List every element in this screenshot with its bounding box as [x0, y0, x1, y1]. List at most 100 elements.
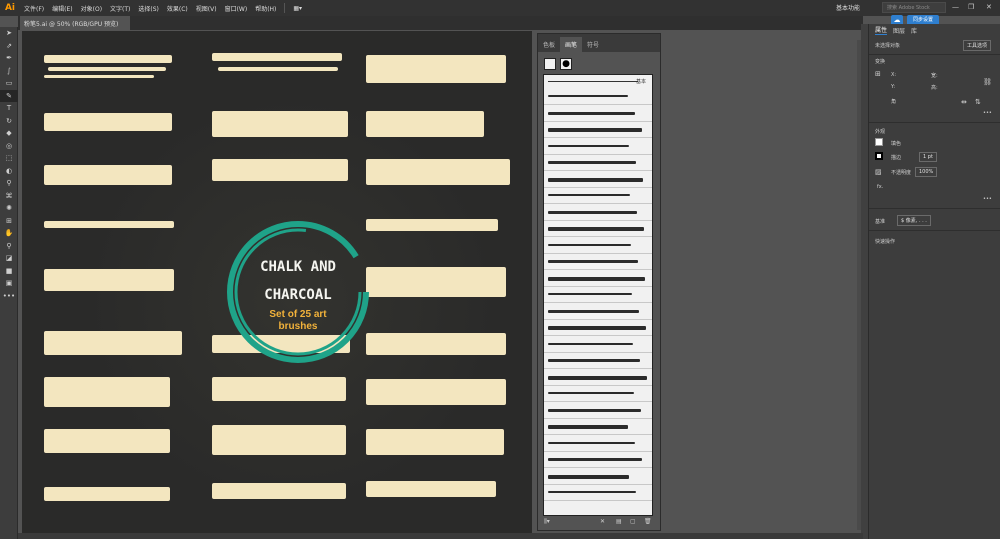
reference-point-icon[interactable]: ⊞	[875, 70, 881, 78]
brush-row[interactable]	[548, 95, 628, 97]
brush-library-icon[interactable]: ⫼▾	[544, 518, 550, 526]
tool-options-button[interactable]: 工具选项	[963, 40, 992, 51]
opacity-input[interactable]: 100%	[915, 167, 938, 177]
brush-row[interactable]	[548, 177, 643, 182]
menu-effect[interactable]: 效果(C)	[163, 4, 192, 13]
curvature-tool-icon[interactable]: ∫	[0, 65, 18, 78]
brush-row[interactable]	[548, 474, 629, 479]
fill-swatch[interactable]	[875, 138, 883, 146]
zoom-tool-icon[interactable]: ⚲	[0, 240, 18, 253]
tab-symbols[interactable]: 符号	[582, 37, 604, 52]
brush-row[interactable]	[548, 342, 633, 345]
delete-icon[interactable]: 🗑	[644, 518, 652, 525]
symbol-sprayer-tool-icon[interactable]: ✺	[0, 202, 18, 215]
stock-search-input[interactable]: 搜索 Adobe Stock	[882, 2, 946, 13]
menu-edit[interactable]: 编辑(E)	[48, 4, 76, 13]
direct-selection-tool-icon[interactable]: ⇗	[0, 40, 18, 53]
menu-select[interactable]: 选择(S)	[134, 4, 163, 13]
menu-object[interactable]: 对象(O)	[77, 4, 106, 13]
artboard-tool-icon[interactable]: ⊞	[0, 215, 18, 228]
stroke-weight-input[interactable]: 1 pt	[919, 152, 937, 162]
more-transform-button[interactable]: •••	[983, 110, 992, 116]
brush-row-divider	[544, 401, 652, 402]
brush-row[interactable]	[548, 293, 632, 295]
free-transform-tool-icon[interactable]: ⬚	[0, 152, 18, 165]
menu-view[interactable]: 视图(V)	[192, 4, 221, 13]
calligraphic-brush-icon[interactable]: ●	[560, 58, 572, 70]
tab-layers[interactable]: 图层	[893, 26, 905, 35]
brush-row[interactable]	[548, 309, 639, 313]
more-appearance-button[interactable]: •••	[983, 196, 992, 202]
minimize-button[interactable]: —	[952, 3, 959, 11]
fx-button[interactable]: fx.	[877, 184, 883, 190]
brush-row[interactable]	[548, 161, 636, 164]
appearance-label: 外观	[875, 129, 886, 135]
blend-tool-icon[interactable]: ⌘	[0, 190, 18, 203]
tab-swatches[interactable]: 色板	[538, 37, 560, 52]
workspace-switcher[interactable]: 基本功能	[836, 3, 860, 12]
pen-tool-icon[interactable]: ✒	[0, 52, 18, 65]
menu-file[interactable]: 文件(F)	[20, 4, 48, 13]
options-icon[interactable]: ▤	[616, 518, 622, 525]
new-brush-icon[interactable]: ▢	[630, 518, 636, 525]
brush-row[interactable]	[548, 243, 631, 246]
no-brush-swatch[interactable]	[544, 58, 556, 70]
rotate-tool-icon[interactable]: ↻	[0, 115, 18, 128]
brush-row[interactable]	[548, 227, 644, 231]
color-mode-icon[interactable]: ■	[0, 265, 18, 278]
chalk-stroke	[212, 111, 348, 137]
brush-row[interactable]	[548, 491, 636, 493]
basic-brush-row[interactable]	[548, 81, 638, 82]
h-label: 高:	[931, 85, 938, 91]
screen-mode-icon[interactable]: ▣	[0, 277, 18, 290]
units-dropdown[interactable]: $ 像素, . . .	[897, 215, 931, 226]
flip-vertical-icon[interactable]: ⇅	[975, 98, 981, 106]
flip-horizontal-icon[interactable]: ⇹	[961, 98, 967, 106]
chalk-stroke	[212, 425, 346, 455]
type-tool-icon[interactable]: T	[0, 102, 18, 115]
chalk-stroke	[44, 221, 174, 228]
brush-row[interactable]	[548, 425, 628, 429]
brush-list[interactable]: 基本	[543, 74, 653, 516]
brush-row[interactable]	[548, 458, 642, 461]
brush-row[interactable]	[548, 375, 647, 380]
stroke-swatch[interactable]	[875, 152, 883, 160]
remove-stroke-icon[interactable]: ✕	[600, 518, 605, 525]
brush-row-divider	[544, 269, 652, 270]
brush-row[interactable]	[548, 128, 642, 132]
brush-row[interactable]	[548, 408, 641, 412]
restore-button[interactable]: ❐	[968, 3, 974, 11]
chalk-stroke	[366, 267, 506, 297]
menu-help[interactable]: 帮助(H)	[251, 4, 280, 13]
brush-row[interactable]	[548, 392, 634, 394]
menu-window[interactable]: 窗口(W)	[221, 4, 252, 13]
paintbrush-tool-icon[interactable]: ✎	[0, 89, 18, 102]
close-button[interactable]: ✕	[986, 3, 992, 11]
rectangle-tool-icon[interactable]: ▭	[0, 77, 18, 90]
arrange-documents-icon[interactable]: ▦▾	[289, 5, 306, 12]
selection-tool-icon[interactable]: ➤	[0, 27, 18, 40]
shape-builder-tool-icon[interactable]: ◐	[0, 165, 18, 178]
brush-row[interactable]	[548, 441, 635, 444]
brush-row[interactable]	[548, 276, 645, 281]
brush-row[interactable]	[548, 210, 637, 214]
brush-row[interactable]	[548, 111, 635, 115]
brush-row[interactable]	[548, 144, 629, 147]
brush-row[interactable]	[548, 194, 630, 196]
document-tab[interactable]: 粉笔5.ai @ 50% (RGB/GPU 预览)	[20, 16, 130, 30]
warp-tool-icon[interactable]: ◎	[0, 140, 18, 153]
brush-row[interactable]	[548, 326, 646, 330]
hand-tool-icon[interactable]: ✋	[0, 227, 18, 240]
brush-row[interactable]	[548, 359, 640, 362]
link-icon[interactable]: ⛓	[983, 78, 992, 86]
menu-type[interactable]: 文字(T)	[106, 4, 134, 13]
tab-brushes[interactable]: 画笔	[560, 37, 583, 52]
fill-stroke-icon[interactable]: ◪	[0, 252, 18, 265]
brush-row[interactable]	[548, 260, 638, 263]
brush-row-divider	[544, 351, 652, 353]
eyedropper-tool-icon[interactable]: ⚲	[0, 177, 18, 190]
tab-libraries[interactable]: 库	[911, 26, 917, 35]
tab-properties[interactable]: 属性	[875, 25, 888, 35]
more-tools-icon[interactable]: •••	[0, 290, 18, 303]
eraser-tool-icon[interactable]: ◆	[0, 127, 18, 140]
